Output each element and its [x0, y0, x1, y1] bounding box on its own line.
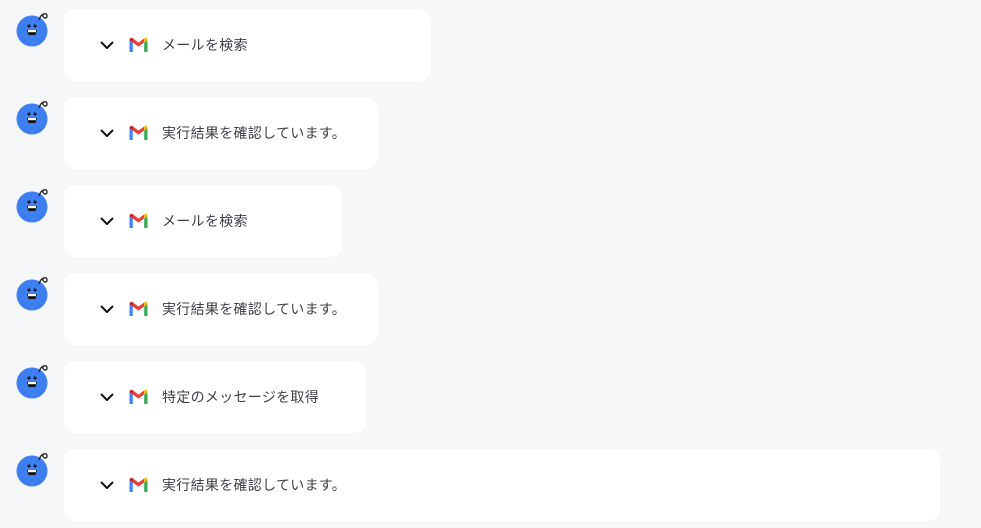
chevron-down-icon[interactable] [98, 300, 116, 318]
step-label: 実行結果を確認しています。 [162, 126, 347, 142]
step-label: メールを検索 [162, 214, 248, 230]
chevron-down-icon[interactable] [98, 36, 116, 54]
step-card[interactable]: 実行結果を確認しています。 [64, 449, 940, 521]
gmail-icon [128, 301, 150, 317]
chevron-down-icon[interactable] [98, 476, 116, 494]
gmail-icon [128, 125, 150, 141]
bot-avatar-icon [14, 363, 52, 399]
step-card[interactable]: メールを検索 [64, 9, 431, 81]
step-label: 特定のメッセージを取得 [162, 390, 320, 406]
bot-avatar-icon [14, 451, 52, 487]
step-card[interactable]: メールを検索 [64, 185, 342, 257]
step-card[interactable]: 実行結果を確認しています。 [64, 97, 378, 169]
chevron-down-icon[interactable] [98, 388, 116, 406]
bot-avatar-icon [14, 99, 52, 135]
gmail-icon [128, 477, 150, 493]
chevron-down-icon[interactable] [98, 124, 116, 142]
bot-avatar-icon [14, 11, 52, 47]
step-label: メールを検索 [162, 38, 248, 54]
step-label: 実行結果を確認しています。 [162, 478, 347, 494]
bot-avatar-icon [14, 275, 52, 311]
step-label: 実行結果を確認しています。 [162, 302, 347, 318]
gmail-icon [128, 37, 150, 53]
chevron-down-icon[interactable] [98, 212, 116, 230]
gmail-icon [128, 213, 150, 229]
bot-avatar-icon [14, 187, 52, 223]
gmail-icon [128, 389, 150, 405]
step-card[interactable]: 実行結果を確認しています。 [64, 273, 378, 345]
step-card[interactable]: 特定のメッセージを取得 [64, 361, 366, 433]
agent-step-feed: メールを検索 実行結果を確認しています。 メールを検索 実行結果を確認しています… [0, 0, 981, 528]
